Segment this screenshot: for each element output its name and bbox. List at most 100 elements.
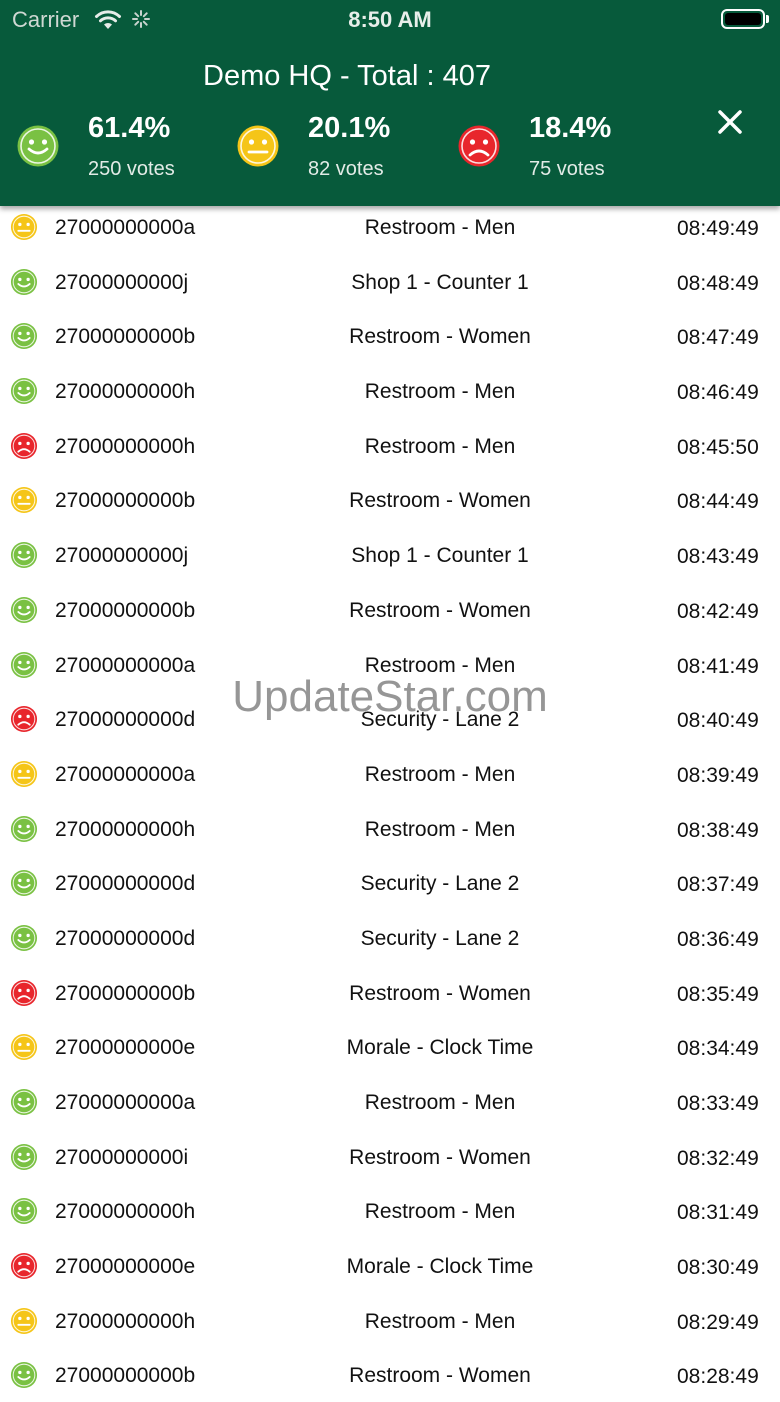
list-item[interactable]: 27000000000d Security - Lane 2 08:36:49 [0, 910, 780, 965]
device-id: 27000000000j [55, 544, 189, 568]
neutral-face-icon [10, 213, 38, 241]
location-label: Restroom - Men [364, 1091, 516, 1114]
vote-time: 08:39:49 [677, 763, 759, 787]
vote-time: 08:44:49 [677, 490, 759, 514]
happy-face-icon [10, 1088, 38, 1116]
vote-time: 08:33:49 [677, 1092, 759, 1115]
list-item[interactable]: 27000000000e Morale - Clock Time 08:34:49 [0, 1019, 780, 1074]
location-label: Restroom - Women [349, 489, 531, 513]
list-item[interactable]: 27000000000i Restroom - Women 08:32:49 [0, 1129, 780, 1184]
list-item[interactable]: 27000000000b Restroom - Women 08:44:49 [0, 472, 780, 527]
device-id: 27000000000b [55, 325, 196, 349]
list-item[interactable]: 27000000000b Restroom - Women 08:42:49 [0, 582, 780, 637]
list-item[interactable]: 27000000000b Restroom - Women 08:47:49 [0, 308, 780, 363]
location-label: Restroom - Men [364, 434, 516, 458]
happy-face-icon [10, 322, 38, 350]
list-item[interactable]: 27000000000a Restroom - Men 08:41:49 [0, 637, 780, 692]
vote-time: 08:49:49 [677, 217, 759, 240]
sad-face-icon [10, 705, 38, 733]
list-item[interactable]: 27000000000h Restroom - Men 08:29:49 [0, 1293, 780, 1348]
vote-time: 08:34:49 [677, 1037, 759, 1061]
list-item[interactable]: 27000000000b Restroom - Women 08:28:49 [0, 1347, 780, 1402]
list-item[interactable]: 27000000000h Restroom - Men 08:45:50 [0, 418, 780, 473]
location-label: Security - Lane 2 [360, 926, 520, 950]
device-id: 27000000000a [55, 216, 196, 239]
stat-votes: 250 votes [88, 158, 175, 180]
list-item[interactable]: 27000000000j Shop 1 - Counter 1 08:48:49 [0, 254, 780, 309]
location-label: Restroom - Men [364, 380, 516, 404]
location-label: Restroom - Men [364, 817, 516, 841]
list-item[interactable]: 27000000000d Security - Lane 2 08:37:49 [0, 855, 780, 910]
location-label: Restroom - Men [364, 1309, 516, 1333]
location-label: Shop 1 - Counter 1 [351, 544, 529, 568]
vote-time: 08:40:49 [677, 709, 759, 733]
vote-time: 08:30:49 [677, 1256, 759, 1280]
device-id: 27000000000j [55, 270, 189, 294]
device-id: 27000000000d [55, 872, 196, 896]
neutral-face-icon [10, 1307, 38, 1335]
device-id: 27000000000a [55, 653, 196, 677]
happy-face-icon [10, 1143, 38, 1171]
device-id: 27000000000d [55, 708, 196, 732]
happy-face-icon [10, 1197, 38, 1225]
happy-face-icon [10, 1361, 38, 1389]
close-button[interactable] [712, 104, 748, 140]
stat-votes: 75 votes [529, 158, 605, 180]
device-id: 27000000000d [55, 926, 196, 950]
location-label: Restroom - Men [364, 653, 516, 677]
sad-face-icon [457, 124, 501, 168]
vote-time: 08:43:49 [677, 545, 759, 569]
location-label: Restroom - Men [364, 762, 516, 786]
list-item[interactable]: 27000000000a Restroom - Men 08:49:49 [0, 199, 780, 254]
stat-percent: 20.1% [308, 112, 391, 144]
device-id: 27000000000h [55, 380, 196, 404]
location-label: Morale - Clock Time [346, 1255, 534, 1279]
app-header: Carrier 8:50 AM Demo HQ - Total : 407 61… [0, 0, 780, 206]
stat-votes: 82 votes [308, 158, 384, 180]
battery-tip [766, 15, 769, 23]
vote-time: 08:48:49 [677, 271, 759, 295]
vote-time: 08:29:49 [677, 1310, 759, 1334]
happy-face-icon [10, 541, 38, 569]
device-id: 27000000000b [55, 598, 196, 622]
list-item[interactable]: 27000000000a Restroom - Men 08:33:49 [0, 1074, 780, 1129]
device-id: 27000000000a [55, 1091, 196, 1114]
neutral-face-icon [10, 1033, 38, 1061]
location-label: Shop 1 - Counter 1 [351, 270, 529, 294]
location-label: Restroom - Women [349, 981, 531, 1005]
vote-time: 08:46:49 [677, 381, 759, 405]
vote-time: 08:41:49 [677, 654, 759, 678]
location-label: Morale - Clock Time [346, 1036, 534, 1060]
device-id: 27000000000b [55, 489, 196, 513]
list-item[interactable]: 27000000000h Restroom - Men 08:31:49 [0, 1183, 780, 1238]
sad-face-icon [10, 432, 38, 460]
happy-face-icon [16, 124, 60, 168]
list-item[interactable]: 27000000000a Restroom - Men 08:39:49 [0, 746, 780, 801]
vote-time: 08:45:50 [677, 435, 759, 459]
location-label: Security - Lane 2 [360, 872, 520, 896]
vote-time: 08:35:49 [677, 982, 759, 1006]
sad-face-icon [10, 979, 38, 1007]
happy-face-icon [10, 815, 38, 843]
vote-list[interactable]: 27000000000a Restroom - Men 08:49:49 270000… [0, 199, 780, 1402]
stat-percent: 18.4% [529, 112, 612, 144]
list-item[interactable]: 27000000000e Morale - Clock Time 08:30:49 [0, 1238, 780, 1293]
happy-face-icon [10, 268, 38, 296]
list-item[interactable]: 27000000000d Security - Lane 2 08:40:49 [0, 691, 780, 746]
vote-time: 08:38:49 [677, 818, 759, 842]
device-id: 27000000000h [55, 817, 196, 841]
list-item[interactable]: 27000000000h Restroom - Men 08:38:49 [0, 801, 780, 856]
sad-face-icon [10, 1252, 38, 1280]
status-bar: Carrier 8:50 AM [0, 0, 780, 40]
happy-face-icon [10, 596, 38, 624]
list-item[interactable]: 27000000000h Restroom - Men 08:46:49 [0, 363, 780, 418]
battery-icon [721, 9, 765, 29]
device-id: 27000000000e [55, 1036, 196, 1060]
vote-time: 08:31:49 [677, 1201, 759, 1225]
list-item[interactable]: 27000000000j Shop 1 - Counter 1 08:43:49 [0, 527, 780, 582]
status-time: 8:50 AM [348, 7, 432, 32]
vote-time: 08:32:49 [677, 1146, 759, 1170]
location-label: Restroom - Women [349, 1364, 531, 1388]
close-icon [718, 110, 742, 134]
list-item[interactable]: 27000000000b Restroom - Women 08:35:49 [0, 965, 780, 1020]
